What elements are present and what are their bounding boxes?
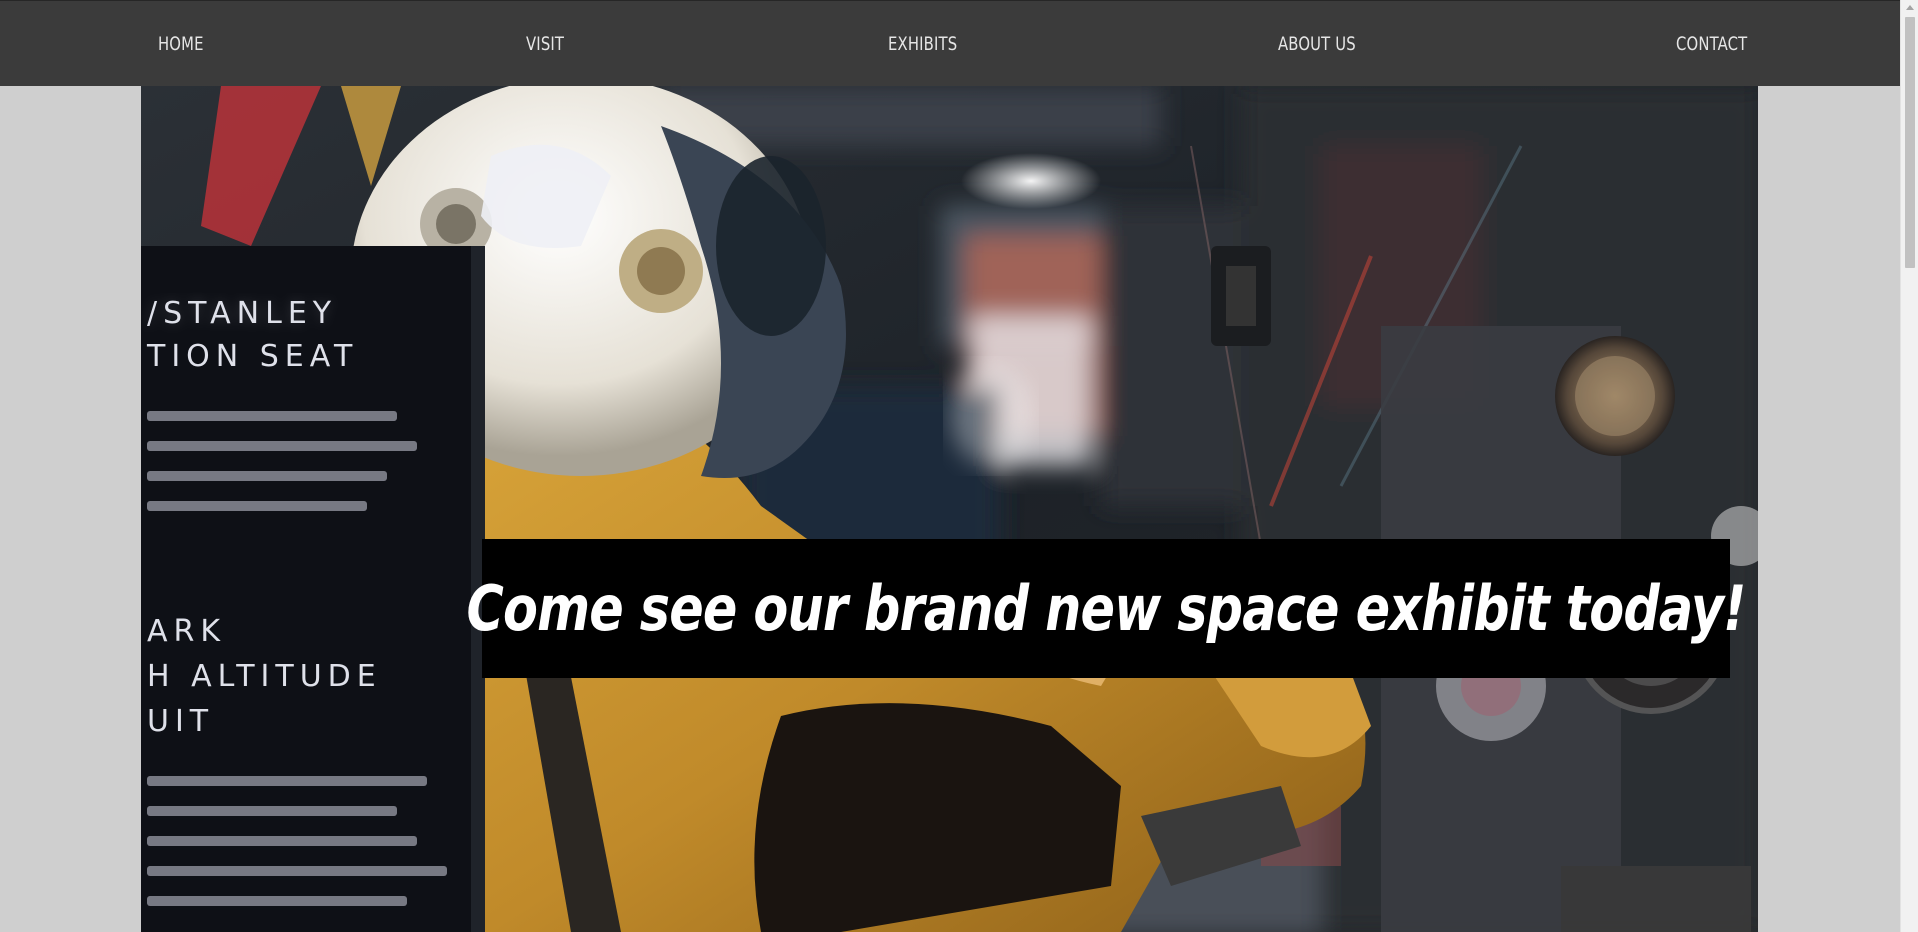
svg-text:ARK: ARK bbox=[147, 614, 226, 649]
promo-banner: Come see our brand new space exhibit tod… bbox=[466, 539, 1746, 678]
nav-contact-link[interactable]: CONTACT bbox=[1676, 1, 1747, 87]
hero-astronaut-image: /STANLEY /STANLEY TION SEAT ARK H ALTITU… bbox=[141, 86, 1758, 932]
promo-banner-text: Come see our brand new space exhibit tod… bbox=[466, 572, 1746, 645]
nav-home-link[interactable]: HOME bbox=[158, 1, 204, 87]
svg-text:/STANLEY: /STANLEY bbox=[147, 296, 337, 331]
svg-text:UIT: UIT bbox=[147, 704, 214, 739]
top-navbar: HOME VISIT EXHIBITS ABOUT US CONTACT bbox=[0, 0, 1900, 86]
nav-about-us-link[interactable]: ABOUT US bbox=[1278, 1, 1356, 87]
scrollbar-thumb[interactable] bbox=[1905, 17, 1915, 268]
svg-text:H ALTITUDE: H ALTITUDE bbox=[147, 659, 382, 694]
nav-exhibits-link[interactable]: EXHIBITS bbox=[888, 1, 957, 87]
svg-text:TION SEAT: TION SEAT bbox=[146, 339, 358, 374]
page-scrollbar[interactable] bbox=[1900, 0, 1918, 932]
hero-section: /STANLEY /STANLEY TION SEAT ARK H ALTITU… bbox=[141, 86, 1758, 932]
exhibit-info-sign: /STANLEY /STANLEY TION SEAT ARK H ALTITU… bbox=[141, 246, 485, 932]
nav-visit-link[interactable]: VISIT bbox=[526, 1, 564, 87]
scroll-up-arrow-icon[interactable] bbox=[1906, 5, 1914, 10]
